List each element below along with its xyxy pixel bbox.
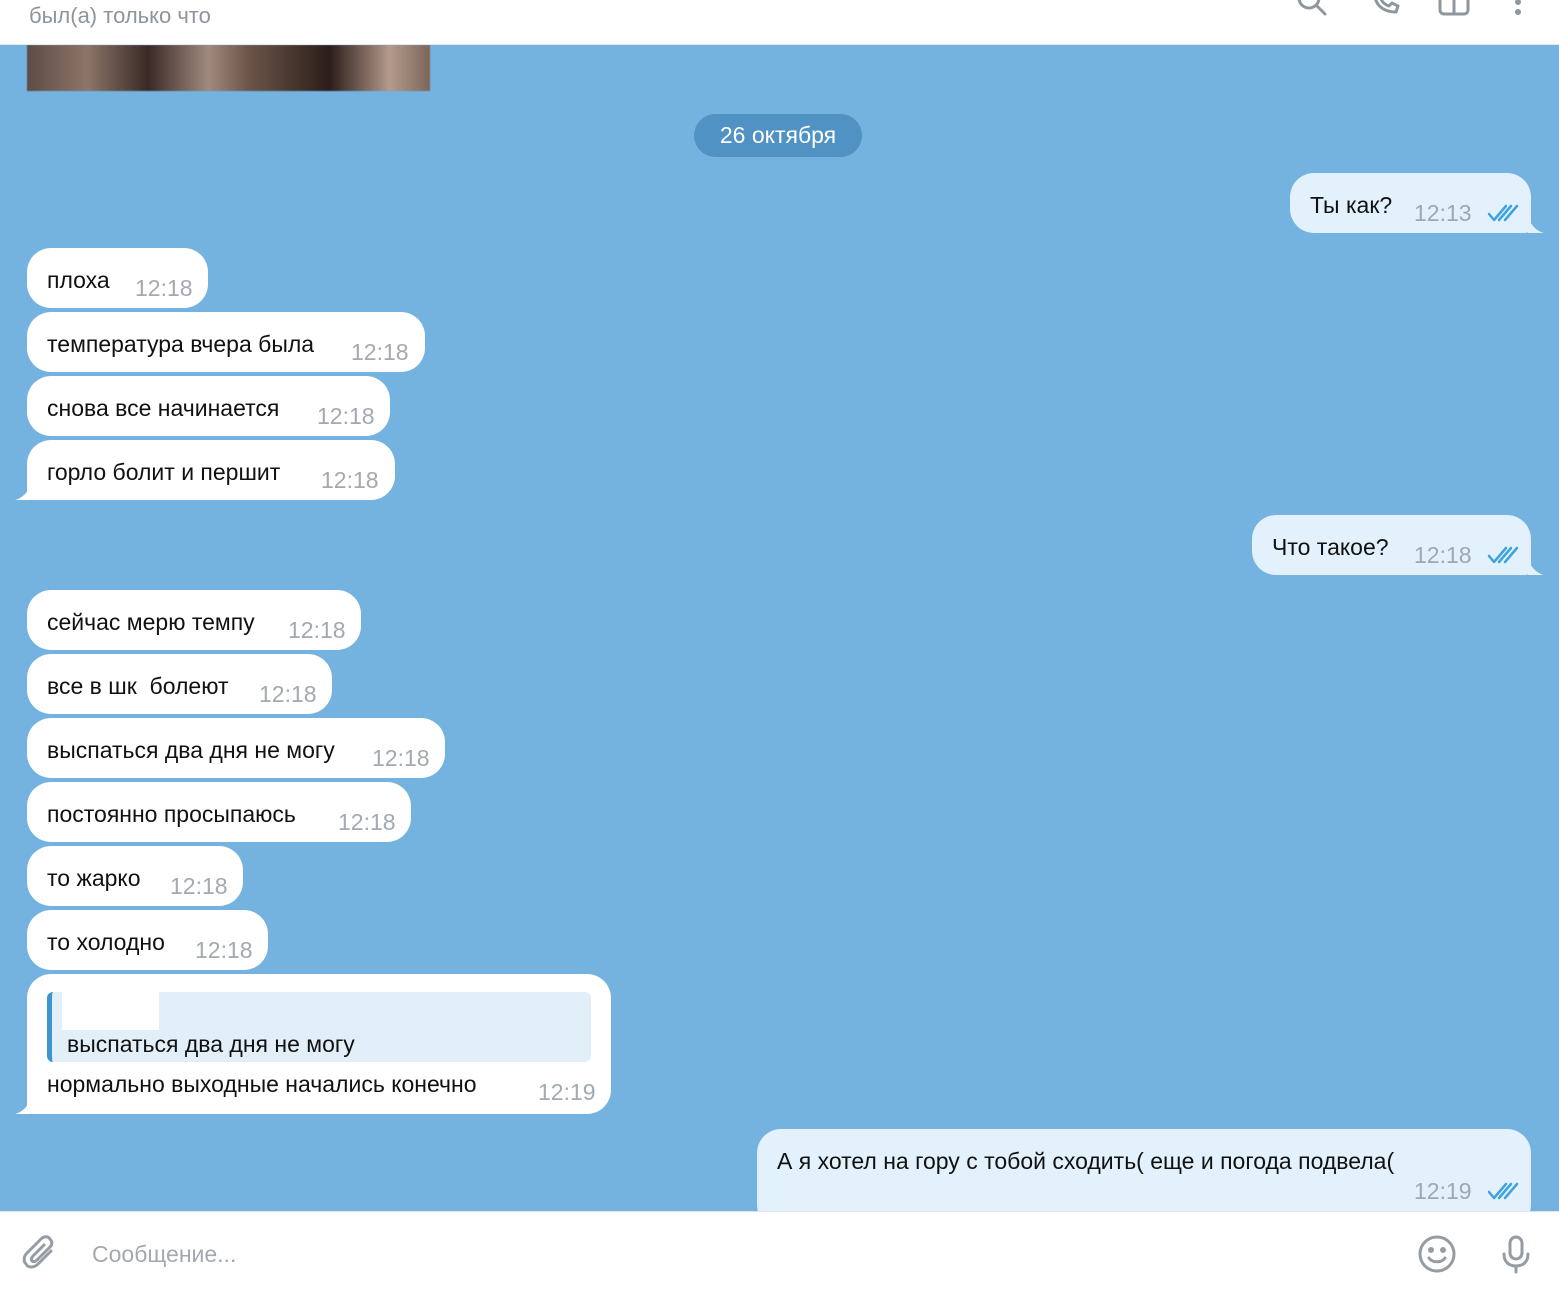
message-text: то жарко: [47, 865, 141, 891]
message-text: Что такое?: [1272, 534, 1389, 560]
message-in[interactable]: сейчас мерю темпу 12:18: [27, 590, 361, 650]
message-input[interactable]: [92, 1234, 1372, 1274]
microphone-icon[interactable]: [1496, 1234, 1536, 1274]
message-in[interactable]: выспаться два дня не могу 12:18: [27, 718, 445, 778]
message-text: Ты как?: [1310, 192, 1393, 218]
read-check-icon: [1487, 1181, 1521, 1201]
message-time: 12:18: [338, 809, 396, 835]
message-text: сейчас мерю темпу: [47, 609, 255, 635]
bubble-tail: [1528, 559, 1544, 575]
reply-quote[interactable]: выспаться два дня не могу: [47, 992, 591, 1062]
message-in[interactable]: снова все начинается 12:18: [27, 376, 390, 436]
message-text: температура вчера была: [47, 331, 315, 357]
message-time: 12:18: [372, 745, 430, 771]
message-time: 12:18: [170, 873, 228, 899]
message-in[interactable]: постоянно просыпаюсь 12:18: [27, 782, 411, 842]
message-time: 12:19: [1414, 1178, 1472, 1204]
message-text: нормально выходные начались конечно: [47, 1071, 477, 1097]
message-time: 12:18: [288, 617, 346, 643]
message-time: 12:19: [538, 1079, 596, 1105]
bubble-tail: [15, 484, 31, 500]
chat-header: был(а) только что: [0, 0, 1559, 45]
message-text: плоха: [47, 267, 110, 293]
read-check-icon: [1487, 203, 1521, 223]
search-icon[interactable]: [1294, 0, 1328, 18]
message-time: 12:13: [1414, 200, 1472, 226]
message-time: 12:18: [321, 467, 379, 493]
chat-area[interactable]: 26 октября Ты как? 12:13 плоха 12:18 тем…: [0, 45, 1559, 1211]
attach-icon[interactable]: [21, 1234, 61, 1274]
message-in[interactable]: то жарко 12:18: [27, 846, 243, 906]
layout-icon[interactable]: [1437, 0, 1471, 18]
date-separator: 26 октября: [694, 114, 862, 157]
message-text: все в шк болеют: [47, 673, 229, 699]
read-check-icon: [1487, 545, 1521, 565]
phone-icon[interactable]: [1368, 0, 1402, 18]
message-time: 12:18: [259, 681, 317, 707]
message-text: А я хотел на гору с тобой сходить( еще и…: [777, 1148, 1395, 1174]
more-vert-icon[interactable]: [1501, 0, 1535, 18]
contact-status: был(а) только что: [29, 3, 211, 28]
message-out[interactable]: Ты как? 12:13: [1290, 173, 1531, 233]
message-in-reply[interactable]: выспаться два дня не могу нормально выхо…: [27, 974, 611, 1114]
message-time: 12:18: [351, 339, 409, 365]
message-text: снова все начинается: [47, 395, 280, 421]
message-text: то холодно: [47, 929, 165, 955]
message-time: 12:18: [135, 275, 193, 301]
message-in[interactable]: температура вчера была 12:18: [27, 312, 425, 372]
reply-quote-text: выспаться два дня не могу: [67, 1031, 355, 1057]
bubble-tail: [1528, 217, 1544, 233]
emoji-icon[interactable]: [1417, 1234, 1457, 1274]
media-photo[interactable]: [27, 45, 430, 91]
message-time: 12:18: [1414, 542, 1472, 568]
message-composer: [0, 1211, 1559, 1294]
message-time: 12:18: [317, 403, 375, 429]
message-in[interactable]: все в шк болеют 12:18: [27, 654, 332, 714]
message-text: постоянно просыпаюсь: [47, 801, 296, 827]
bubble-tail: [15, 1098, 31, 1114]
message-out[interactable]: Что такое? 12:18: [1252, 515, 1531, 575]
message-text: выспаться два дня не могу: [47, 737, 335, 763]
message-out[interactable]: А я хотел на гору с тобой сходить( еще и…: [757, 1129, 1531, 1211]
message-in[interactable]: плоха 12:18: [27, 248, 208, 308]
message-in[interactable]: то холодно 12:18: [27, 910, 268, 970]
message-time: 12:18: [195, 937, 253, 963]
reply-author: [62, 992, 159, 1030]
message-text: горло болит и першит: [47, 459, 281, 485]
message-in[interactable]: горло болит и першит 12:18: [27, 440, 395, 500]
